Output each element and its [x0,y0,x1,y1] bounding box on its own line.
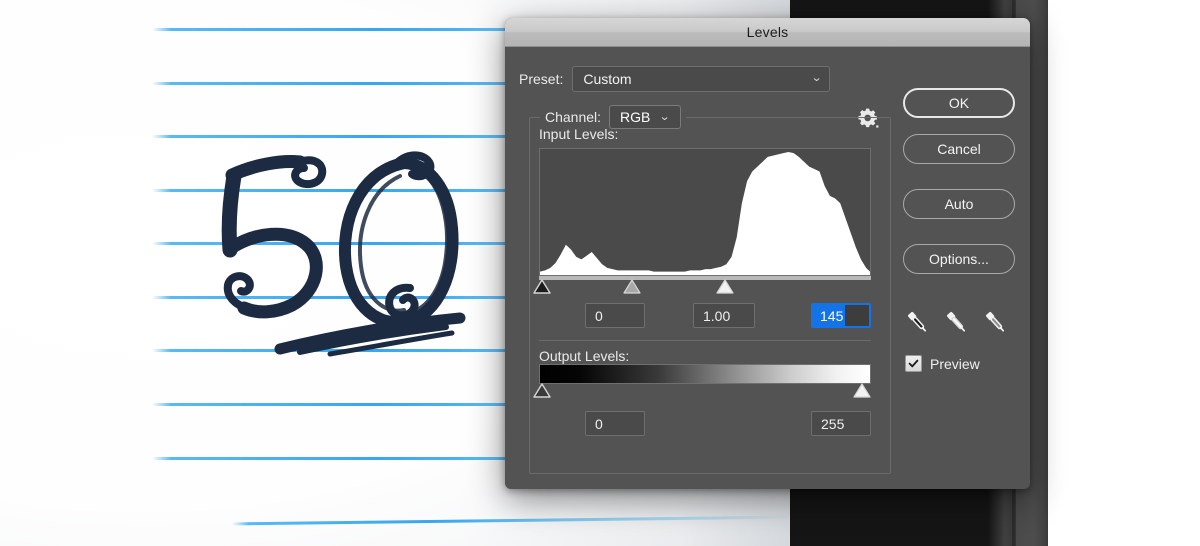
section-divider [539,340,871,341]
preset-value: Custom [583,70,632,87]
channel-select[interactable]: RGB ⌄ [609,105,682,129]
output-black-point-field[interactable]: 0 [585,411,645,436]
preset-select[interactable]: Custom ⌄ [572,65,831,92]
chevron-down-icon: ⌄ [810,72,823,84]
cancel-button-label: Cancel [937,141,981,157]
dialog-body: Preset: Custom ⌄ Channel: RGB ⌄ Input Le… [505,47,1030,489]
ok-button-label: OK [948,95,970,111]
levels-dialog[interactable]: Levels Preset: Custom ⌄ Channel: RGB ⌄ I… [505,18,1030,489]
input-levels-label: Input Levels: [539,126,619,142]
output-black-point-marker[interactable] [533,383,551,398]
dialog-titlebar[interactable]: Levels [505,18,1030,47]
options-button-label: Options... [929,251,989,267]
output-white-point-field[interactable]: 255 [811,411,871,436]
channel-value: RGB [620,109,651,125]
output-gradient-ramp[interactable] [539,364,871,384]
ruled-line [232,515,790,526]
auto-button[interactable]: Auto [903,189,1015,219]
preview-label: Preview [930,355,980,372]
preset-row: Preset: Custom ⌄ [519,65,891,92]
auto-button-label: Auto [944,196,974,212]
preset-label: Preset: [519,70,564,87]
screen: Levels Preset: Custom ⌄ Channel: RGB ⌄ I… [0,0,1200,546]
input-white-point-marker[interactable] [716,279,734,294]
eyedropper-group [905,309,1015,341]
output-white-point-value: 255 [821,415,845,432]
output-black-point-value: 0 [595,415,603,432]
input-gamma-field[interactable]: 1.00 [693,303,755,328]
histogram [539,148,871,276]
input-white-point-field[interactable]: 145 [811,303,871,328]
levels-fieldset: Channel: RGB ⌄ Input Levels: 0 1.00 145 … [529,105,891,474]
options-button[interactable]: Options... [903,244,1015,274]
input-gamma-marker[interactable] [623,279,641,294]
input-white-point-value: 145 [813,305,846,326]
output-white-point-marker[interactable] [853,383,871,398]
input-black-point-value: 0 [595,307,603,324]
input-black-point-field[interactable]: 0 [585,303,645,328]
dialog-title: Levels [746,24,789,40]
input-slider-track[interactable] [539,276,871,280]
ok-button[interactable]: OK [903,88,1015,118]
set-black-point-eyedropper-icon[interactable] [905,309,931,337]
set-white-point-eyedropper-icon[interactable] [983,309,1009,337]
chevron-down-icon: ⌄ [659,110,671,123]
set-gray-point-eyedropper-icon[interactable] [944,309,970,337]
preview-row[interactable]: Preview [905,355,980,372]
channel-label: Channel: [545,109,602,125]
preview-checkbox[interactable] [905,355,922,372]
handwritten-50-artwork [214,128,504,388]
cancel-button[interactable]: Cancel [903,134,1015,164]
output-levels-label: Output Levels: [539,348,630,364]
channel-row: Channel: RGB ⌄ [540,105,687,129]
input-black-point-marker[interactable] [533,279,551,294]
input-gamma-value: 1.00 [703,307,731,324]
